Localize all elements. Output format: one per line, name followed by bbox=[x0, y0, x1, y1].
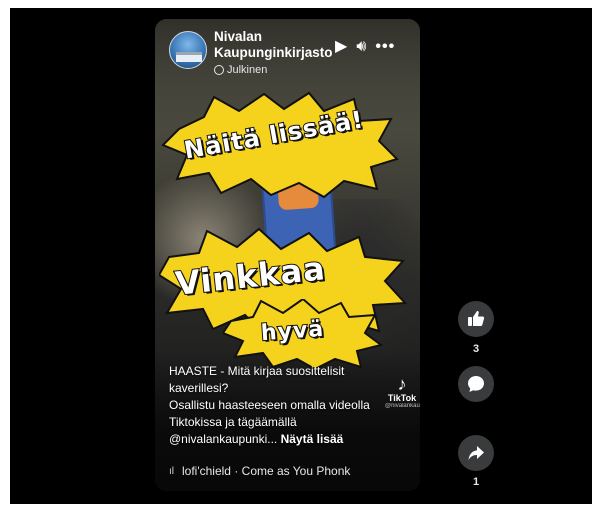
volume-icon[interactable]: 🔊︎ bbox=[356, 38, 366, 56]
caption-line: Osallistu haasteeseen omalla videolla bbox=[169, 398, 370, 412]
sticker-text-3: hyvä bbox=[259, 316, 326, 347]
thumbs-up-icon bbox=[468, 311, 485, 326]
player-controls: ▶ 🔊︎ ••• bbox=[335, 38, 395, 56]
privacy-label: Julkinen bbox=[227, 64, 268, 76]
video-player[interactable]: Näitä lissää! Vinkkaa hyvä Nivalan Kaupu… bbox=[155, 19, 420, 491]
music-attribution[interactable]: ıl lofi'chield · Come as You Phonk bbox=[169, 464, 350, 478]
privacy-indicator: Julkinen bbox=[214, 64, 267, 76]
share-icon bbox=[468, 446, 484, 460]
share-button[interactable] bbox=[458, 435, 494, 471]
caption-line: Tiktokissa ja tägäämällä bbox=[169, 415, 297, 429]
share-count: 1 bbox=[472, 476, 480, 488]
music-icon: ıl bbox=[169, 465, 174, 477]
caption-line: kaverillesi? bbox=[169, 381, 229, 395]
like-count: 3 bbox=[472, 343, 480, 355]
music-track: lofi'chield · Come as You Phonk bbox=[182, 464, 351, 478]
page-name-link[interactable]: Nivalan Kaupunginkirjasto bbox=[214, 29, 333, 61]
more-icon[interactable]: ••• bbox=[375, 38, 395, 56]
caption-mention[interactable]: @nivalankaupunki... bbox=[169, 432, 277, 446]
caption-line: HAASTE - Mitä kirjaa suosittelisit bbox=[169, 364, 345, 378]
post-caption: HAASTE - Mitä kirjaa suosittelisit kaver… bbox=[169, 363, 399, 448]
like-button[interactable] bbox=[458, 301, 494, 337]
see-more-link[interactable]: Näytä lisää bbox=[281, 432, 344, 446]
library-building-icon bbox=[176, 52, 202, 62]
comment-button[interactable] bbox=[458, 366, 494, 402]
caption-line-last: @nivalankaupunki... Näytä lisää bbox=[169, 431, 399, 448]
globe-icon bbox=[214, 65, 224, 75]
play-icon[interactable]: ▶ bbox=[335, 38, 347, 56]
page-avatar[interactable] bbox=[169, 31, 207, 69]
comment-icon bbox=[468, 376, 484, 392]
